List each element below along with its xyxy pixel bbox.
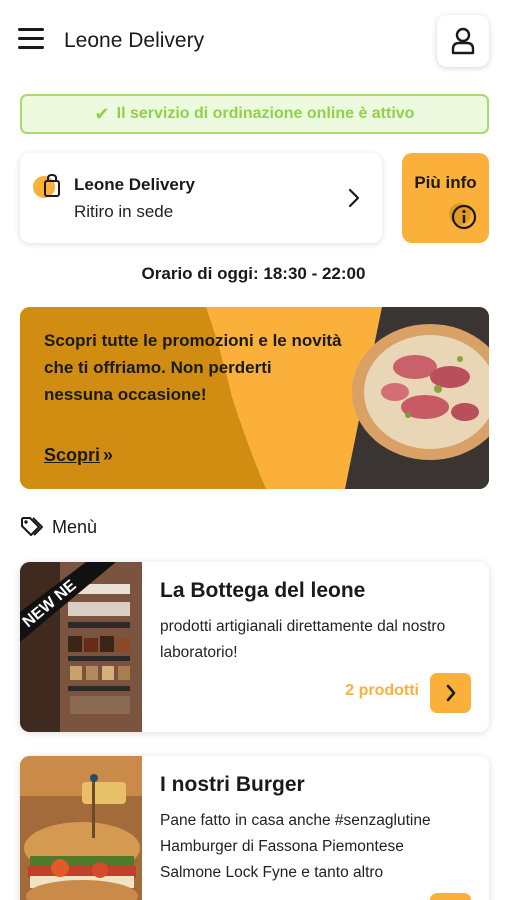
menu-category-card[interactable]: I nostri Burger Pane fatto in casa anche…	[20, 756, 489, 900]
discover-label: Scopri	[44, 445, 101, 465]
category-title: La Bottega del leone	[160, 579, 366, 602]
category-description: Pane fatto in casa anche #senzaglutine H…	[160, 812, 431, 881]
user-icon	[451, 27, 475, 55]
category-image	[20, 756, 142, 900]
info-icon	[449, 203, 477, 230]
account-button[interactable]	[437, 15, 489, 67]
shopping-bag-icon	[33, 173, 60, 198]
category-title: I nostri Burger	[160, 773, 305, 796]
store-selector-card[interactable]: Leone Delivery Ritiro in sede	[20, 153, 382, 243]
menu-category-card[interactable]: NEW NE La Bottega del leone prodotti art…	[20, 562, 489, 732]
store-mode: Ritiro in sede	[74, 202, 174, 221]
check-icon: ✔	[94, 103, 110, 124]
tags-icon	[21, 517, 43, 536]
menu-heading: Menù	[20, 516, 97, 538]
category-description: prodotti artigianali direttamente dal no…	[160, 618, 446, 661]
more-info-button[interactable]: Più info	[402, 153, 489, 243]
hamburger-icon[interactable]	[18, 28, 44, 52]
promo-text: Scopri tutte le promozioni e le novità c…	[44, 331, 342, 404]
status-banner: ✔ Il servizio di ordinazione online è at…	[20, 94, 489, 134]
double-chevron-right-icon: »	[103, 445, 114, 465]
store-name: Leone Delivery	[74, 175, 195, 194]
status-text: Il servizio di ordinazione online è atti…	[116, 105, 415, 122]
product-count: 2 prodotti	[345, 682, 419, 699]
open-category-button[interactable]	[430, 893, 471, 900]
app-title: Leone Delivery	[64, 29, 205, 52]
today-hours: Orario di oggi: 18:30 - 22:00	[141, 264, 366, 283]
more-info-label: Più info	[414, 173, 477, 192]
chevron-right-icon	[446, 684, 455, 702]
chevron-right-icon	[348, 188, 360, 208]
open-category-button[interactable]	[430, 673, 471, 713]
category-image: NEW NE	[20, 562, 142, 732]
menu-heading-label: Menù	[52, 516, 98, 537]
discover-link[interactable]: Scopri»	[44, 445, 113, 466]
top-bar: Leone Delivery	[0, 0, 507, 82]
promo-banner[interactable]: Scopri tutte le promozioni e le novità c…	[20, 307, 489, 489]
